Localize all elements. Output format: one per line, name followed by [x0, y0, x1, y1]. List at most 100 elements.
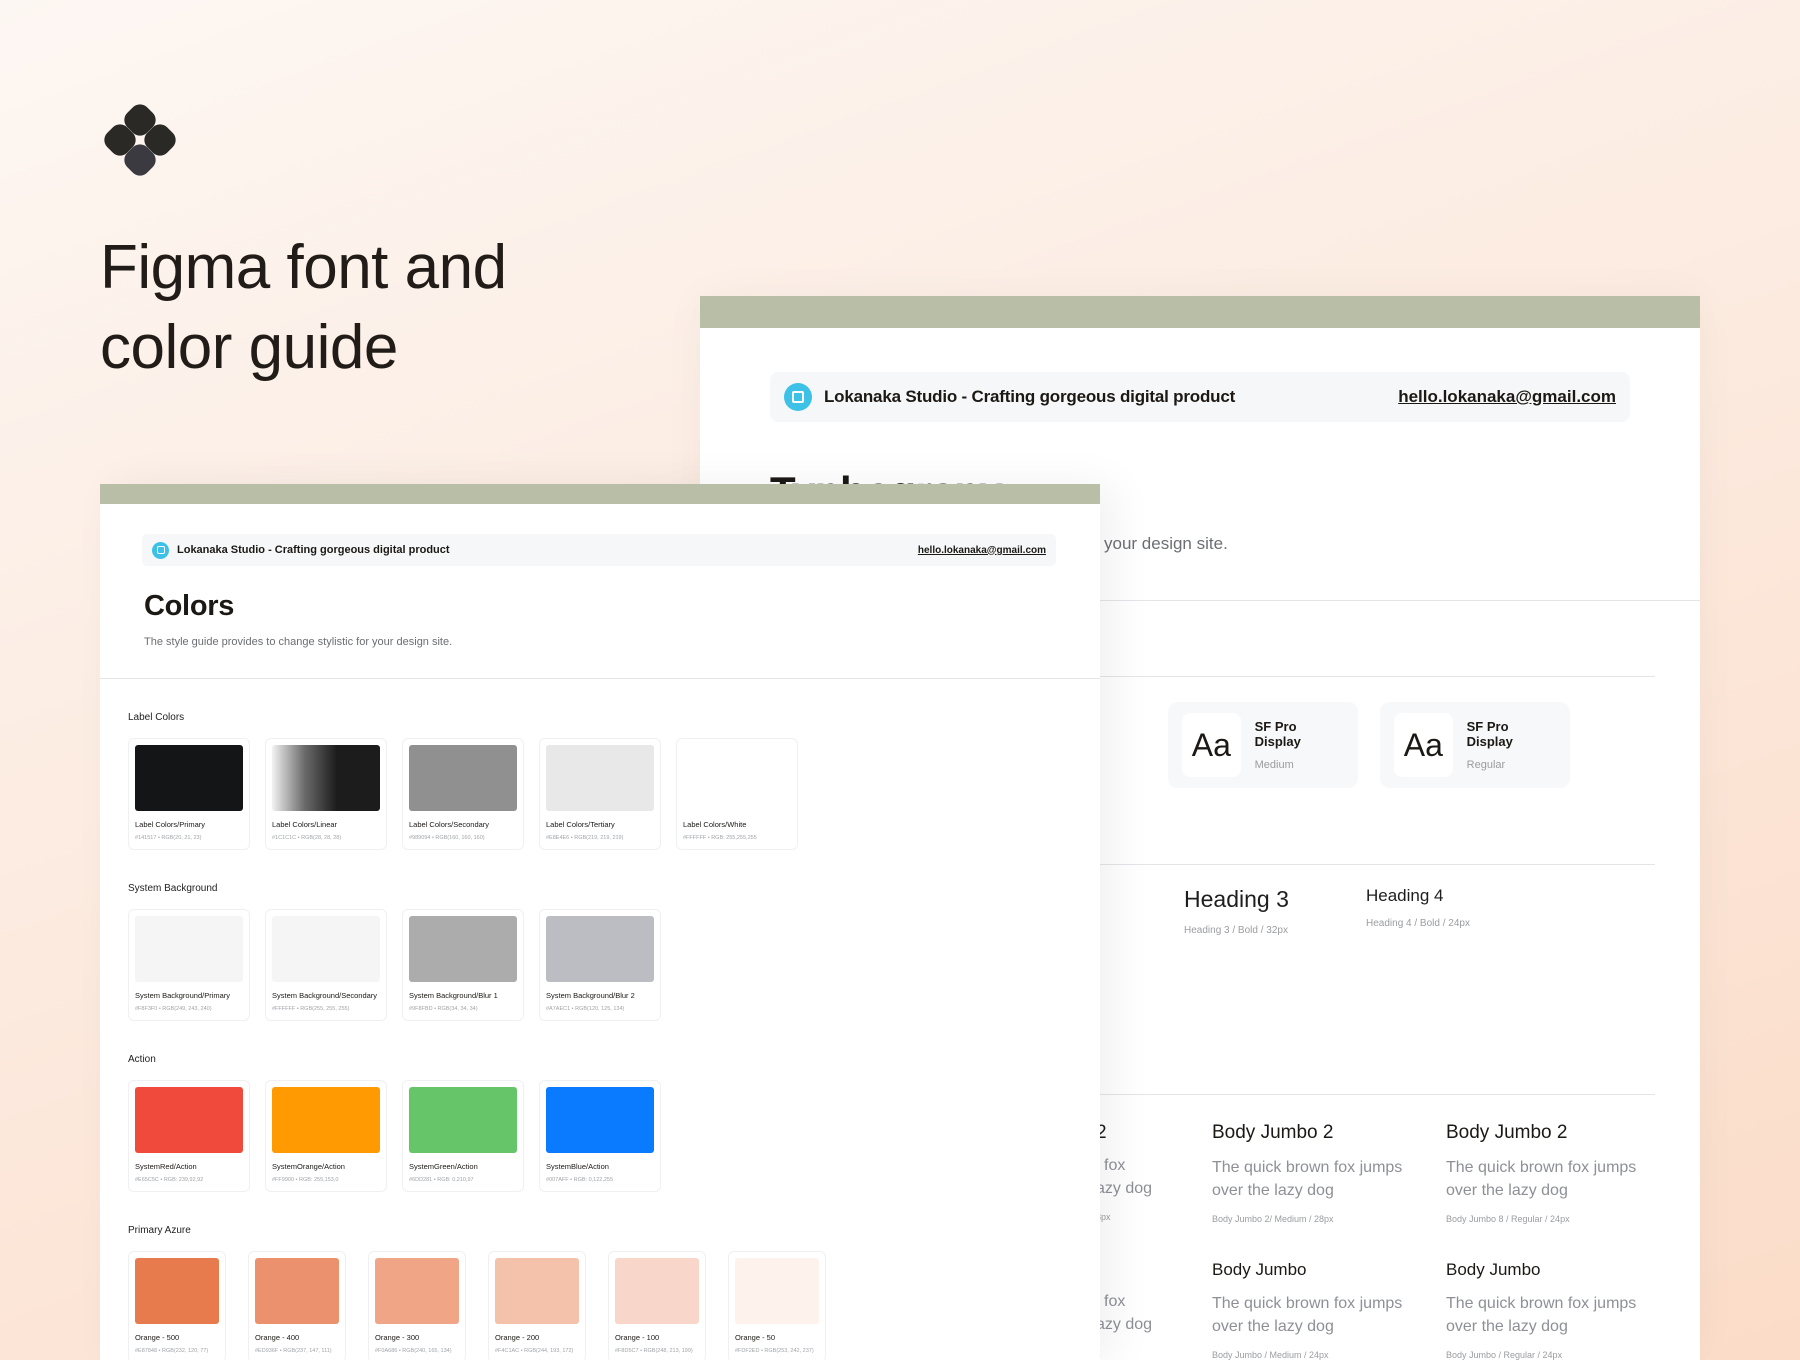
- color-chip: [409, 916, 517, 982]
- swatch-value: #ED936F • RGB(237, 147, 111): [255, 1348, 332, 1354]
- swatch-name: System Background/Primary: [135, 991, 231, 1000]
- font-card-medium: Aa SF Pro Display Medium: [1168, 702, 1358, 788]
- color-chip: [135, 745, 243, 811]
- brand-logo-icon: [104, 104, 176, 176]
- studio-name: Lokanaka Studio - Crafting gorgeous digi…: [824, 387, 1236, 406]
- swatch-name: System Background/Blur 1: [409, 991, 498, 1000]
- studio-name: Lokanaka Studio - Crafting gorgeous digi…: [177, 544, 450, 556]
- swatch-row-action: SystemRed/Action #E65C5C • RGB: 239,92,92…: [128, 1080, 661, 1192]
- swatch-name: Orange - 500: [135, 1333, 180, 1342]
- swatch-name: System Background/Blur 2: [546, 991, 635, 1000]
- font-sample: Aa: [1182, 713, 1241, 777]
- swatch-value: #E8E4E6 • RGB(219, 219, 219): [546, 835, 624, 841]
- studio-header: Lokanaka Studio - Crafting gorgeous digi…: [142, 534, 1056, 566]
- heading-4-sample: Heading 4 Heading 4 / Bold / 24px: [1366, 886, 1470, 929]
- swatch-value: #1C1C1C • RGB(28, 28, 28): [272, 835, 342, 841]
- swatch-name: Orange - 400: [255, 1333, 300, 1342]
- swatch-name: SystemBlue/Action: [546, 1162, 609, 1171]
- font-sample: Aa: [1394, 713, 1453, 777]
- color-swatch: System Background/Primary #F8F3F0 • RGB(2…: [128, 909, 250, 1021]
- color-swatch: SystemOrange/Action #FF9900 • RGB: 255,15…: [265, 1080, 387, 1192]
- color-swatch: System Background/Blur 2 #A7AEC1 • RGB(12…: [539, 909, 661, 1021]
- colors-title: Colors: [144, 590, 235, 622]
- divider: [100, 678, 1100, 679]
- body-sample: Body Jumbo 2 The quick brown fox jumps o…: [1446, 1122, 1637, 1224]
- colors-card: Lokanaka Studio - Crafting gorgeous digi…: [100, 484, 1100, 1360]
- hero-title: Figma font and color guide: [100, 233, 507, 382]
- color-chip: [135, 1258, 219, 1324]
- swatch-value: #FF9900 • RGB: 255,153,0: [272, 1177, 339, 1183]
- color-chip: [546, 1087, 654, 1153]
- section-label-colors: Label Colors: [128, 712, 185, 723]
- swatch-name: Orange - 300: [375, 1333, 420, 1342]
- swatch-value: #FDF2ED • RGB(253, 242, 237): [735, 1348, 814, 1354]
- swatch-name: Orange - 50: [735, 1333, 776, 1342]
- color-swatch: SystemGreen/Action #6DD281 • RGB: 0,210,9…: [402, 1080, 524, 1192]
- color-swatch: Orange - 100 #F8D5C7 • RGB(248, 213, 199): [608, 1251, 706, 1360]
- swatch-value: #F8F3F0 • RGB(249, 243, 240): [135, 1006, 212, 1012]
- color-swatch: SystemBlue/Action #007AFF • RGB: 0,122,25…: [539, 1080, 661, 1192]
- swatch-name: Label Colors/Tertiary: [546, 820, 615, 829]
- color-swatch: Label Colors/White #FFFFFF • RGB: 255,255…: [676, 738, 798, 850]
- color-swatch: Label Colors/Linear #1C1C1C • RGB(28, 28,…: [265, 738, 387, 850]
- swatch-name: SystemOrange/Action: [272, 1162, 345, 1171]
- card-top-band: [100, 484, 1100, 504]
- swatch-name: Label Colors/Primary: [135, 820, 206, 829]
- swatch-value: #E65C5C • RGB: 239,92,92: [135, 1177, 204, 1183]
- studio-header: Lokanaka Studio - Crafting gorgeous digi…: [770, 372, 1630, 422]
- swatch-value: #989094 • RGB(160, 160, 160): [409, 835, 485, 841]
- color-chip: [272, 1087, 380, 1153]
- swatch-value: #A7AEC1 • RGB(120, 125, 134): [546, 1006, 625, 1012]
- heading-3-sample: Heading 3 Heading 3 / Bold / 32px: [1184, 886, 1289, 936]
- body-sample: Body Jumbo 2 The quick brown fox jumps o…: [1212, 1122, 1403, 1224]
- color-chip: [272, 745, 380, 811]
- color-swatch: SystemRed/Action #E65C5C • RGB: 239,92,92: [128, 1080, 250, 1192]
- swatch-value: #E87848 • RGB(232, 120, 77): [135, 1348, 209, 1354]
- studio-email-link[interactable]: hello.lokanaka@gmail.com: [1398, 387, 1616, 407]
- color-swatch: System Background/Secondary #FFFFFF • RGB…: [265, 909, 387, 1021]
- studio-logo-icon: [784, 383, 812, 411]
- swatch-value: #007AFF • RGB: 0,122,255: [546, 1177, 614, 1183]
- color-chip: [495, 1258, 579, 1324]
- color-chip: [409, 1087, 517, 1153]
- swatch-name: SystemRed/Action: [135, 1162, 197, 1171]
- swatch-name: Label Colors/Secondary: [409, 820, 490, 829]
- color-chip: [409, 745, 517, 811]
- card-top-band: [700, 296, 1700, 328]
- color-chip: [546, 916, 654, 982]
- color-chip: [735, 1258, 819, 1324]
- colors-subtitle: The style guide provides to change styli…: [144, 636, 453, 648]
- color-swatch: Orange - 50 #FDF2ED • RGB(253, 242, 237): [728, 1251, 826, 1360]
- studio-email-link[interactable]: hello.lokanaka@gmail.com: [918, 545, 1046, 556]
- color-swatch: Orange - 500 #E87848 • RGB(232, 120, 77): [128, 1251, 226, 1360]
- color-swatch: Label Colors/Tertiary #E8E4E6 • RGB(219, …: [539, 738, 661, 850]
- swatch-name: Label Colors/Linear: [272, 820, 338, 829]
- studio-logo-icon: [152, 541, 169, 559]
- swatch-value: #FFFFFF • RGB: 255,255,255: [683, 835, 757, 841]
- typography-subtitle: your design site.: [1104, 534, 1228, 553]
- swatch-name: SystemGreen/Action: [409, 1162, 478, 1171]
- swatch-value: #FFFFFF • RGB(255, 255, 255): [272, 1006, 350, 1012]
- swatch-row-label: Label Colors/Primary #141517 • RGB(20, 21…: [128, 738, 798, 850]
- color-swatch: Orange - 200 #F4C1AC • RGB(244, 193, 172): [488, 1251, 586, 1360]
- color-swatch: Orange - 400 #ED936F • RGB(237, 147, 111): [248, 1251, 346, 1360]
- color-chip: [255, 1258, 339, 1324]
- color-swatch: Label Colors/Primary #141517 • RGB(20, 21…: [128, 738, 250, 850]
- swatch-row-azure: Orange - 500 #E87848 • RGB(232, 120, 77) O…: [128, 1251, 826, 1360]
- swatch-value: #141517 • RGB(20, 21, 23): [135, 835, 202, 841]
- color-chip: [135, 916, 243, 982]
- swatch-value: #F0A686 • RGB(240, 165, 134): [375, 1348, 452, 1354]
- body-sample: Body Jumbo The quick brown fox jumps ove…: [1446, 1260, 1637, 1360]
- body-sample-partial: i foxazy dog x: [1096, 1293, 1153, 1358]
- swatch-value: #6DD281 • RGB: 0,210,97: [409, 1177, 474, 1183]
- swatch-name: Label Colors/White: [683, 820, 747, 829]
- color-chip: [546, 745, 654, 811]
- color-swatch: Orange - 300 #F0A686 • RGB(240, 165, 134): [368, 1251, 466, 1360]
- color-chip: [135, 1087, 243, 1153]
- swatch-value: #F8D5C7 • RGB(248, 213, 199): [615, 1348, 693, 1354]
- section-action: Action: [128, 1054, 156, 1065]
- color-swatch: Label Colors/Secondary #989094 • RGB(160,…: [402, 738, 524, 850]
- font-card-regular: Aa SF Pro Display Regular: [1380, 702, 1570, 788]
- swatch-name: Orange - 100: [615, 1333, 660, 1342]
- swatch-value: #9F8FBD • RGB(34, 34, 34): [409, 1006, 478, 1012]
